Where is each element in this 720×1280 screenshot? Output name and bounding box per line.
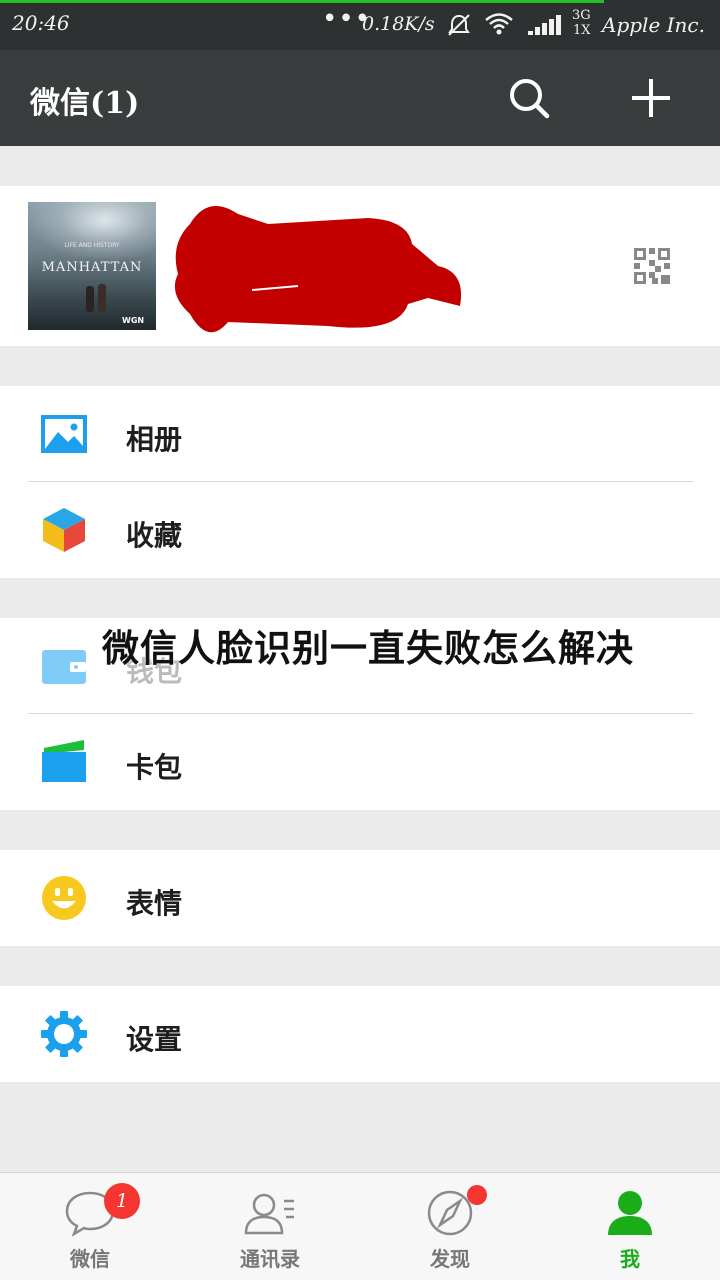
menu-item-album[interactable]: 相册 (0, 386, 720, 482)
carrier-name: Apple Inc. (602, 13, 705, 37)
signal-type-top: 3G (572, 8, 591, 23)
page-title: 微信(1) (30, 86, 140, 121)
signal-icon (528, 15, 561, 35)
tab-chats[interactable]: 1 微信 (0, 1173, 180, 1280)
card-package-icon (42, 740, 86, 782)
add-button[interactable] (627, 74, 675, 122)
favorites-cube-icon (43, 508, 85, 552)
avatar-poster-top: LIFE AND HISTORY (64, 242, 120, 249)
menu-item-stickers[interactable]: 表情 (0, 850, 720, 946)
unread-badge: 1 (104, 1183, 140, 1219)
search-icon (510, 79, 550, 119)
alarm-off-icon (448, 14, 470, 36)
status-bar: 20:46 ••• 0.18K/s 3G 1X Apple Inc. (0, 0, 720, 50)
avatar-poster-title: MANHATTAN (41, 260, 143, 275)
menu-group-4: 设置 (0, 986, 720, 1082)
plus-icon (632, 79, 670, 117)
avatar: LIFE AND HISTORY MANHATTAN WGN (28, 202, 156, 330)
signal-type-bottom: 1X (573, 23, 591, 38)
status-time: 20:46 (12, 11, 70, 35)
new-dot (467, 1185, 487, 1205)
tab-label: 微信 (70, 1247, 110, 1271)
tab-label: 我 (620, 1247, 640, 1271)
smiley-icon (42, 876, 86, 920)
contacts-icon (244, 1193, 294, 1235)
bottom-nav: 1 微信 通讯录 发现 我 (0, 1172, 720, 1280)
tab-discover[interactable]: 发现 (360, 1173, 540, 1280)
overlay-caption: 微信人脸识别一直失败怎么解决 (102, 627, 634, 670)
tab-label: 通讯录 (240, 1247, 300, 1271)
album-icon (41, 415, 87, 453)
menu-item-card-package[interactable]: 卡包 (0, 714, 720, 810)
gear-icon (41, 1011, 87, 1057)
menu-item-label: 卡包 (126, 751, 183, 784)
avatar-poster-bottom: WGN (122, 316, 145, 325)
tab-me[interactable]: 我 (540, 1173, 720, 1280)
tab-contacts[interactable]: 通讯录 (180, 1173, 360, 1280)
menu-item-settings[interactable]: 设置 (0, 986, 720, 1082)
progress-line (0, 0, 604, 3)
menu-group-3: 表情 (0, 850, 720, 946)
person-icon (608, 1191, 652, 1235)
network-speed: 0.18K/s (362, 13, 435, 35)
action-bar: 微信(1) (0, 50, 720, 146)
menu-item-label: 相册 (126, 423, 183, 456)
profile-card[interactable]: LIFE AND HISTORY MANHATTAN WGN (0, 186, 720, 346)
redaction-scribble (174, 206, 462, 333)
qr-code-icon[interactable] (634, 248, 670, 284)
wifi-icon (485, 13, 513, 35)
wallet-icon (42, 650, 86, 684)
tab-label: 发现 (430, 1247, 470, 1271)
search-button[interactable] (505, 74, 553, 122)
menu-item-label: 收藏 (126, 519, 183, 552)
menu-item-label: 设置 (126, 1023, 183, 1056)
menu-item-favorites[interactable]: 收藏 (0, 482, 720, 578)
menu-item-label: 表情 (126, 887, 183, 920)
menu-group-1: 相册 收藏 (0, 386, 720, 578)
